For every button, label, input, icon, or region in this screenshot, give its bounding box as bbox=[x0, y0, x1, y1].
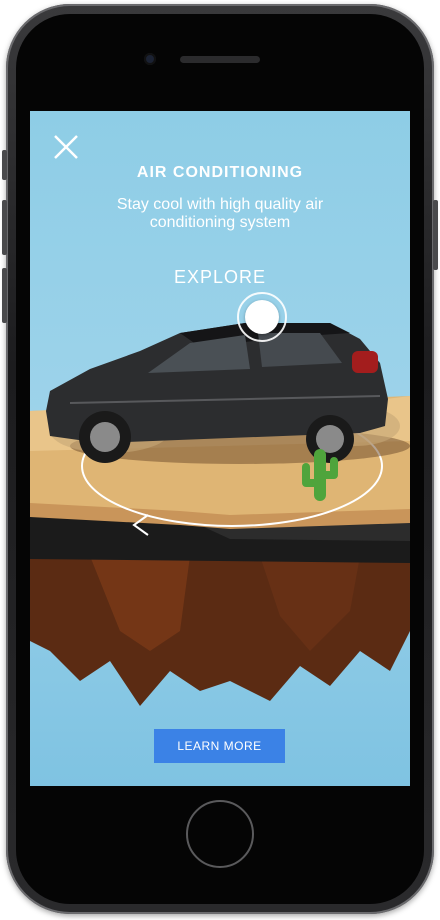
explore-hotspot[interactable] bbox=[237, 292, 287, 342]
home-button[interactable] bbox=[186, 800, 254, 868]
car-wheel-front-rim bbox=[316, 425, 344, 453]
feature-subtitle: Stay cool with high quality air conditio… bbox=[116, 196, 324, 231]
close-button[interactable] bbox=[52, 133, 80, 161]
car-taillight bbox=[352, 351, 378, 373]
ar-screen: AIR CONDITIONING Stay cool with high qua… bbox=[30, 111, 410, 786]
learn-more-button[interactable]: LEARN MORE bbox=[154, 729, 285, 763]
feature-title: AIR CONDITIONING bbox=[136, 164, 304, 181]
volume-down-button bbox=[2, 268, 7, 323]
mute-switch bbox=[2, 150, 7, 180]
volume-up-button bbox=[2, 200, 7, 255]
front-camera bbox=[144, 53, 156, 65]
hotspot-dot bbox=[245, 300, 279, 334]
power-button bbox=[433, 200, 438, 270]
explore-label: EXPLORE bbox=[173, 267, 267, 287]
car-wheel-rear-rim bbox=[90, 422, 120, 452]
earpiece-speaker bbox=[180, 56, 260, 63]
close-icon bbox=[54, 135, 78, 159]
